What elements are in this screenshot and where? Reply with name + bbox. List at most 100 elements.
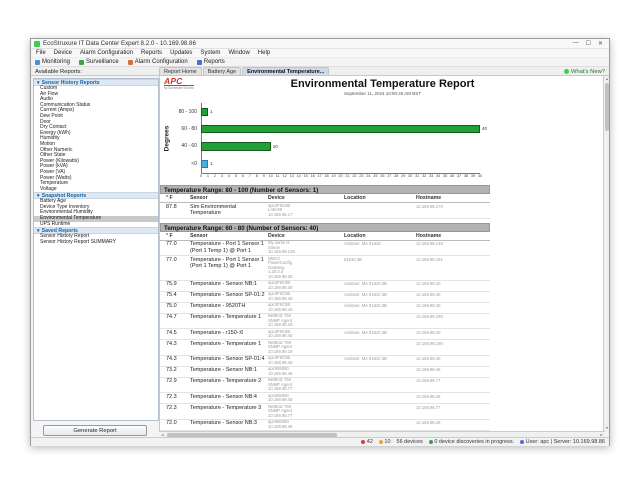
vertical-scroll-thumb[interactable]	[605, 83, 610, 131]
cell-location: Andover, MA 01810 3B	[344, 292, 414, 301]
app-logo-icon	[34, 41, 40, 47]
chart-x-tick-label: 12	[281, 174, 288, 178]
chart-x-tick-label: 13	[288, 174, 295, 178]
tab-report-home[interactable]: Report Home	[159, 67, 202, 76]
cell-hostname: 10.169.98.190	[416, 341, 496, 355]
chart-x-tick-label: 31	[414, 174, 421, 178]
generate-report-button[interactable]: Generate Report	[43, 425, 147, 436]
reports-icon	[197, 60, 202, 65]
column-header: ° F	[166, 195, 188, 201]
chart-x-tick-label: 5	[232, 174, 239, 178]
cell-location	[344, 405, 414, 419]
cell-temperature: 77.0	[166, 241, 188, 255]
menu-bar: File Device Alarm Configuration Reports Upda…	[31, 49, 609, 58]
chart-bar-row: 80 - 1001	[160, 103, 605, 120]
cell-hostname: 10.169.98.46	[416, 367, 496, 376]
table-row: 72.3Temperature - Sensor NB:4apc95506010…	[160, 393, 490, 404]
tab-battery-age[interactable]: Battery Age	[203, 67, 241, 76]
chart-x-tick-label: 23	[358, 174, 365, 178]
perspective-surveillance[interactable]: Surveillance	[79, 59, 119, 65]
table-row: 75.4Temperature - Sensor SP-01:2apc3F9C0…	[160, 292, 490, 303]
critical-icon	[361, 440, 365, 444]
menu-item-updates[interactable]: Updates	[170, 50, 192, 56]
cell-location: Andover, MA 01810	[344, 241, 414, 255]
cell-location	[344, 314, 414, 328]
cell-sensor: Temperature - Temperature 2	[190, 378, 266, 392]
chart-x-tick-label: 25	[372, 174, 379, 178]
table-range-header: Temperature Range: 80 - 100 (Number of S…	[160, 185, 490, 194]
sidebar-item-sensor-history-report-summary[interactable]: Sensor History Report SUMMARY	[34, 240, 158, 246]
chart-x-tick-label: 3	[218, 174, 225, 178]
chart-x-tick-label: 19	[330, 174, 337, 178]
menu-item-help[interactable]: Help	[258, 50, 270, 56]
minimize-button[interactable]: —	[573, 40, 579, 47]
chart-x-tick-label: 39	[470, 174, 477, 178]
cell-sensor: Temperature - Sensor SP-01:4	[190, 356, 266, 365]
cell-temperature: 74.3	[166, 356, 188, 365]
cell-sensor: Temperature - 9520TH	[190, 303, 266, 312]
menu-item-window[interactable]: Window	[228, 50, 249, 56]
window-title: EcoStruxure IT Data Center Expert 8.2.0 …	[43, 40, 570, 47]
cell-sensor: Temperature - Temperature 1	[190, 341, 266, 355]
chart-x-tick-label: 34	[435, 174, 442, 178]
menu-item-alarm-configuration[interactable]: Alarm Configuration	[80, 50, 133, 56]
table-column-headers: ° FSensorDeviceLocationHostname	[160, 194, 490, 203]
scroll-up-icon[interactable]: ▲	[604, 76, 610, 82]
cell-temperature: 72.3	[166, 394, 188, 403]
chart-x-tick-label: 16	[309, 174, 316, 178]
cell-device: NetBotz 750SNMP Agent10.169.98.77	[268, 405, 342, 419]
vertical-scrollbar[interactable]: ▲ ▼	[603, 76, 609, 431]
chart-bar-row: 40 - 6010	[160, 138, 605, 155]
perspective-reports[interactable]: Reports	[197, 59, 225, 65]
whats-new-link[interactable]: What's New?	[564, 69, 605, 75]
menu-item-reports[interactable]: Reports	[141, 50, 162, 56]
cell-location	[344, 394, 414, 403]
cell-temperature: 72.3	[166, 405, 188, 419]
cell-device: apc3F9C0B10.169.98.40	[268, 303, 342, 312]
cell-device: apc3F9C0B10.169.98.40	[268, 292, 342, 301]
chart-x-tick-label: 0	[198, 174, 205, 178]
close-button[interactable]: ✕	[598, 40, 603, 47]
table-row: 72.0Temperature - Sensor NB:3apc95506010…	[160, 420, 490, 431]
cell-temperature: 73.2	[166, 367, 188, 376]
table-row: 74.7Temperature - Temperature 1NetBotz 7…	[160, 314, 490, 330]
menu-item-file[interactable]: File	[36, 50, 46, 56]
chart-bar-row: 60 - 8040	[160, 120, 605, 137]
available-reports-panel: ▾Sensor History ReportsCustomAir FlowAud…	[33, 78, 159, 421]
perspective-alarm-configuration[interactable]: Alarm Configuration	[128, 59, 188, 65]
monitoring-icon	[35, 60, 40, 65]
tab-environmental-temperature-[interactable]: Environmental Temperature...	[242, 67, 329, 76]
maximize-button[interactable]: ☐	[586, 40, 591, 47]
perspective-monitoring[interactable]: Monitoring	[35, 59, 70, 65]
chart-bar-row: <01	[160, 155, 605, 172]
chart-bar-value-label: 40	[482, 126, 487, 131]
chart-bar-value-label: 1	[210, 109, 213, 114]
cell-location	[344, 204, 414, 218]
available-reports-label: Available Reports:	[35, 69, 82, 75]
chart-x-tick-label: 20	[337, 174, 344, 178]
cell-device: apc95506010.169.98.46	[268, 367, 342, 376]
cell-hostname: 10.169.98.40	[416, 281, 496, 290]
cell-hostname: 10.169.98.170	[416, 204, 496, 218]
chart-x-tick-label: 6	[239, 174, 246, 178]
cell-device: apc95506010.169.98.46	[268, 394, 342, 403]
table-row: 77.0Temperature - Port 1 Sensor 1 (Port …	[160, 256, 490, 281]
chart-x-tick-label: 30	[407, 174, 414, 178]
cell-device: My name isSimon10.169.98.126	[268, 241, 342, 255]
chart-category-label: 40 - 60	[160, 143, 197, 149]
surveillance-icon	[79, 60, 84, 65]
table-row: 74.5Temperature - r150-:6apc3F9C0B10.169…	[160, 329, 490, 340]
cell-device: NMC2PowerConfigGateway1.20.0.410.169.98.…	[268, 257, 342, 280]
menu-item-device[interactable]: Device	[54, 50, 72, 56]
cell-hostname: 10.169.98.148	[416, 241, 496, 255]
cell-location: Andover, MA 01810 3B	[344, 330, 414, 339]
cell-location	[344, 341, 414, 355]
chart-category-label: <0	[160, 161, 197, 167]
chart-x-tick-label: 7	[246, 174, 253, 178]
menu-item-system[interactable]: System	[200, 50, 220, 56]
table-row: 87.8Sim Environmental Temperatureapc3F9C…	[160, 203, 490, 219]
chart-x-tick-label: 24	[365, 174, 372, 178]
table-row: 77.0Temperature - Port 1 Sensor 1 (Port …	[160, 241, 490, 257]
user-icon	[520, 440, 524, 444]
app-window: EcoStruxure IT Data Center Expert 8.2.0 …	[30, 38, 610, 446]
